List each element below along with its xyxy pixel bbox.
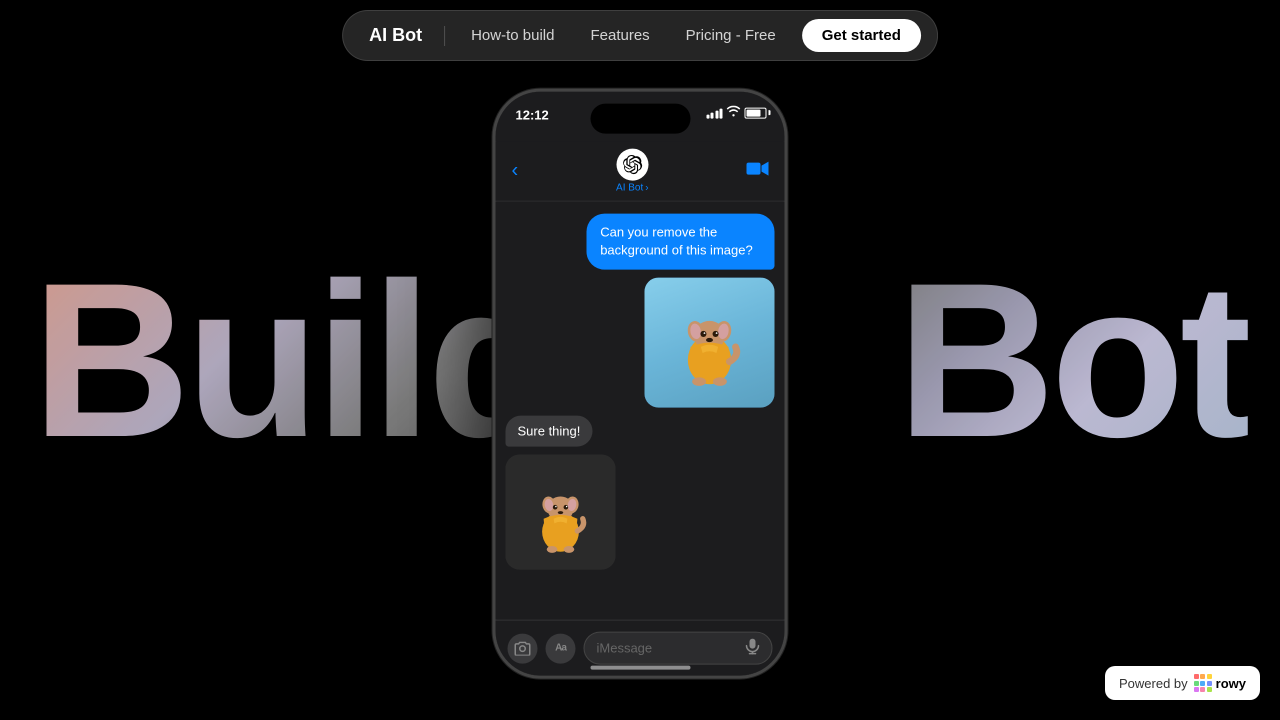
- chat-back-button[interactable]: ‹: [512, 160, 519, 183]
- battery-icon: [745, 107, 767, 118]
- nav-divider: [444, 26, 445, 46]
- powered-by-badge[interactable]: Powered by rowy: [1105, 666, 1260, 700]
- signal-bars-icon: [706, 107, 723, 119]
- rowy-grid-icon: [1194, 674, 1212, 692]
- status-icons: [706, 106, 767, 120]
- nav-link-how-to-build[interactable]: How-to build: [457, 21, 568, 50]
- phone-mockup: 12:12 ‹: [493, 89, 788, 679]
- rowy-dot-7: [1194, 687, 1199, 692]
- chat-header: ‹ AI Bot ›: [496, 142, 785, 202]
- dog-image-no-bg: [506, 455, 616, 570]
- nav-logo: AI Bot: [359, 21, 432, 50]
- phone-frame: 12:12 ‹: [493, 89, 788, 679]
- mic-icon[interactable]: [746, 639, 760, 658]
- rowy-logo: rowy: [1194, 674, 1246, 692]
- chat-body: Can you remove the background of this im…: [496, 202, 785, 620]
- message-incoming-image: [506, 455, 616, 570]
- dog-illustration-with-bg: [658, 291, 762, 395]
- signal-bar-1: [706, 115, 709, 119]
- battery-fill: [747, 109, 761, 116]
- chat-contact-name: AI Bot ›: [616, 183, 649, 194]
- nav-link-pricing[interactable]: Pricing - Free: [672, 21, 790, 50]
- dynamic-island: [590, 104, 690, 134]
- message-outgoing-text: Can you remove the background of this im…: [586, 214, 774, 270]
- signal-bar-4: [720, 109, 723, 119]
- signal-bar-3: [715, 111, 718, 119]
- rowy-dot-1: [1194, 674, 1199, 679]
- navbar: AI Bot How-to build Features Pricing - F…: [342, 10, 938, 61]
- nav-link-features[interactable]: Features: [576, 21, 663, 50]
- aa-button[interactable]: Aa: [546, 633, 576, 663]
- video-call-button[interactable]: [746, 161, 768, 182]
- home-indicator: [590, 666, 690, 670]
- chat-header-center: AI Bot ›: [616, 149, 649, 194]
- imessage-input[interactable]: iMessage: [584, 632, 773, 665]
- rowy-dot-4: [1194, 681, 1199, 686]
- wifi-icon: [727, 106, 741, 120]
- rowy-dot-3: [1207, 674, 1212, 679]
- rowy-dot-2: [1200, 674, 1205, 679]
- rowy-brand-name: rowy: [1216, 676, 1246, 691]
- input-placeholder: iMessage: [597, 641, 653, 656]
- get-started-button[interactable]: Get started: [802, 19, 921, 52]
- bg-text-bot: Bot: [897, 250, 1249, 470]
- rowy-dot-5: [1200, 681, 1205, 686]
- powered-by-label: Powered by: [1119, 676, 1188, 691]
- rowy-dot-6: [1207, 681, 1212, 686]
- rowy-dot-9: [1207, 687, 1212, 692]
- dog-image-with-bg: [645, 278, 775, 408]
- bg-text-build: Build: [32, 250, 557, 470]
- message-incoming-text: Sure thing!: [506, 416, 593, 447]
- chat-avatar: [616, 149, 648, 181]
- camera-button[interactable]: [508, 633, 538, 663]
- message-outgoing-image: [645, 278, 775, 408]
- rowy-dot-8: [1200, 687, 1205, 692]
- status-time: 12:12: [516, 106, 549, 123]
- signal-bar-2: [711, 113, 714, 119]
- dog-illustration-no-bg: [517, 466, 605, 558]
